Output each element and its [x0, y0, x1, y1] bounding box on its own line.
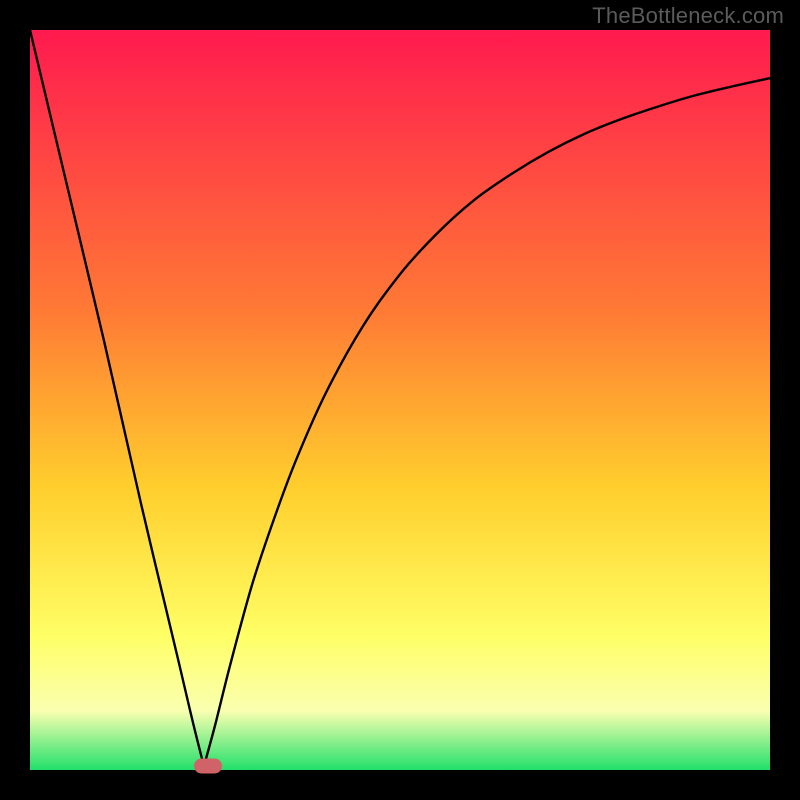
chart-container: TheBottleneck.com: [0, 0, 800, 800]
watermark-text: TheBottleneck.com: [592, 3, 784, 29]
minimum-marker: [194, 759, 222, 774]
bottleneck-plot: [30, 30, 770, 770]
gradient-background: [30, 30, 770, 770]
